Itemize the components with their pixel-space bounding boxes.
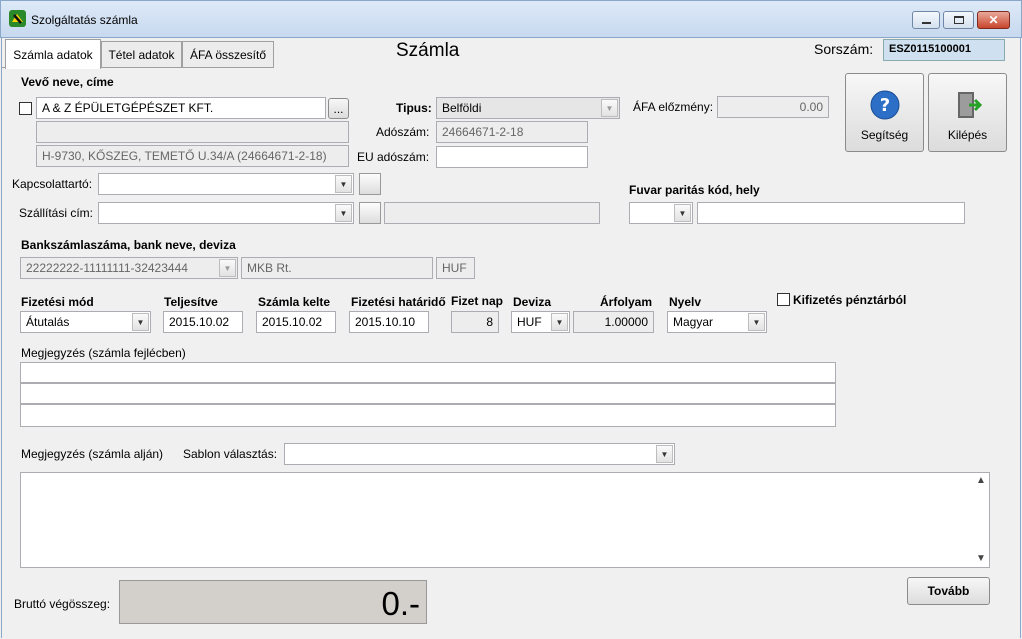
serial-label: Sorszám: bbox=[814, 41, 874, 57]
kelte-label: Számla kelte bbox=[258, 295, 331, 309]
note-footer-textarea[interactable] bbox=[20, 472, 990, 568]
chevron-down-icon: ▼ bbox=[656, 445, 673, 463]
total-label: Bruttó végösszeg: bbox=[14, 597, 111, 611]
scroll-up-icon[interactable]: ▲ bbox=[976, 475, 986, 486]
hatarido-label: Fizetési határidő bbox=[351, 295, 446, 309]
kapcsolattarto-select[interactable]: ▼ bbox=[98, 173, 354, 195]
bank-section-label: Bankszámlaszáma, bank neve, deviza bbox=[21, 238, 236, 252]
window-title: Szolgáltatás számla bbox=[31, 13, 138, 27]
fuvar-label: Fuvar paritás kód, hely bbox=[629, 183, 760, 197]
total-field: 0.- bbox=[119, 580, 427, 624]
adoszam-field: 24664671-2-18 bbox=[436, 121, 588, 143]
szallitasi-cim-select[interactable]: ▼ bbox=[98, 202, 354, 224]
tipus-label: Tipus: bbox=[396, 101, 432, 115]
fizetnap-field: 8 bbox=[451, 311, 499, 333]
next-button[interactable]: Tovább bbox=[907, 577, 990, 605]
szallitasi-cim-extra bbox=[384, 202, 600, 224]
chevron-down-icon: ▼ bbox=[335, 204, 352, 222]
app-icon bbox=[9, 10, 26, 27]
buyer-address-field: H-9730, KŐSZEG, TEMETŐ U.34/A (24664671-… bbox=[36, 145, 349, 167]
kapcsolattarto-label: Kapcsolattartó: bbox=[12, 177, 93, 191]
note-footer-scrollbar[interactable]: ▲ ▼ bbox=[973, 473, 989, 567]
tab-szamla-adatok[interactable]: Számla adatok bbox=[5, 39, 101, 69]
note-header-line[interactable] bbox=[20, 383, 836, 404]
arfolyam-field: 1.00000 bbox=[573, 311, 654, 333]
tipus-select[interactable]: Belföldi ▼ bbox=[436, 97, 620, 119]
chevron-down-icon: ▼ bbox=[551, 313, 568, 331]
tab-tetel-adatok[interactable]: Tétel adatok bbox=[101, 41, 182, 68]
exit-label: Kilépés bbox=[947, 127, 988, 142]
maximize-icon bbox=[953, 16, 964, 24]
afa-elozmeny-field: 0.00 bbox=[717, 96, 829, 118]
bank-currency-field: HUF bbox=[436, 257, 475, 279]
bank-account-select[interactable]: 22222222-11111111-32423444 ▼ bbox=[20, 257, 238, 279]
bank-account-value: 22222222-11111111-32423444 bbox=[26, 261, 188, 275]
deviza-value: HUF bbox=[517, 315, 542, 329]
template-label: Sablon választás: bbox=[183, 447, 278, 461]
notepad-icon[interactable] bbox=[359, 202, 381, 224]
szallitasi-cim-label: Szállítási cím: bbox=[19, 206, 94, 220]
page-title: Számla bbox=[396, 40, 460, 61]
fizetesi-mod-select[interactable]: Átutalás ▼ bbox=[20, 311, 151, 333]
adoszam-label: Adószám: bbox=[376, 125, 430, 139]
buyer-checkbox[interactable] bbox=[19, 102, 32, 115]
note-header-line[interactable] bbox=[20, 404, 836, 427]
afa-elozmeny-label: ÁFA előzmény: bbox=[633, 100, 714, 114]
deviza-label: Deviza bbox=[513, 295, 552, 309]
template-select[interactable]: ▼ bbox=[284, 443, 675, 465]
chevron-down-icon: ▼ bbox=[335, 175, 352, 193]
buyer-address-line2 bbox=[36, 121, 349, 143]
chevron-down-icon: ▼ bbox=[219, 259, 236, 277]
deviza-select[interactable]: HUF ▼ bbox=[511, 311, 570, 333]
tab-afa-osszesito[interactable]: ÁFA összesítő bbox=[182, 41, 274, 68]
chevron-down-icon: ▼ bbox=[132, 313, 149, 331]
chevron-down-icon: ▼ bbox=[601, 99, 618, 117]
arfolyam-label: Árfolyam bbox=[600, 295, 653, 309]
kelte-field[interactable]: 2015.10.02 bbox=[256, 311, 336, 333]
fuvar-code-select[interactable]: ▼ bbox=[629, 202, 693, 224]
scroll-down-icon[interactable]: ▼ bbox=[976, 553, 986, 564]
fuvar-place-field[interactable] bbox=[697, 202, 965, 224]
close-button[interactable]: ✕ bbox=[977, 11, 1010, 29]
fizetesi-mod-value: Átutalás bbox=[26, 315, 70, 329]
exit-door-icon bbox=[957, 91, 982, 118]
buyer-browse-button[interactable]: ... bbox=[328, 98, 349, 119]
teljesites-field[interactable]: 2015.10.02 bbox=[163, 311, 243, 333]
chevron-down-icon: ▼ bbox=[748, 313, 765, 331]
serial-field: ESZ0115100001 bbox=[883, 39, 1005, 61]
buyer-section-label: Vevő neve, címe bbox=[21, 75, 114, 89]
note-header-line[interactable] bbox=[20, 362, 836, 383]
minimize-icon bbox=[921, 21, 931, 24]
help-button[interactable]: ? Segítség bbox=[845, 73, 924, 152]
nyelv-label: Nyelv bbox=[669, 295, 702, 309]
nyelv-select[interactable]: Magyar ▼ bbox=[667, 311, 767, 333]
close-icon: ✕ bbox=[988, 13, 999, 27]
help-label: Segítség bbox=[860, 127, 909, 142]
help-icon: ? bbox=[870, 90, 899, 119]
fizetnap-label: Fizet nap bbox=[451, 294, 504, 308]
maximize-button[interactable] bbox=[943, 11, 974, 29]
cash-payment-label: Kifizetés pénztárból bbox=[793, 293, 907, 307]
nyelv-value: Magyar bbox=[673, 315, 714, 329]
cash-payment-checkbox[interactable] bbox=[777, 293, 790, 306]
tipus-value: Belföldi bbox=[442, 101, 482, 115]
chevron-down-icon: ▼ bbox=[674, 204, 691, 222]
buyer-name-field[interactable]: A & Z ÉPÜLETGÉPÉSZET KFT. bbox=[36, 97, 326, 119]
teljesites-label: Teljesítve bbox=[164, 295, 218, 309]
minimize-button[interactable] bbox=[912, 11, 940, 29]
note-header-label: Megjegyzés (számla fejlécben) bbox=[21, 346, 186, 360]
fizetesi-mod-label: Fizetési mód bbox=[21, 295, 94, 309]
note-footer-label: Megjegyzés (számla alján) bbox=[21, 447, 164, 461]
notepad-icon[interactable] bbox=[359, 173, 381, 195]
exit-button[interactable]: Kilépés bbox=[928, 73, 1007, 152]
eu-adoszam-label: EU adószám: bbox=[357, 150, 430, 164]
bank-name-field: MKB Rt. bbox=[241, 257, 433, 279]
svg-text:?: ? bbox=[879, 95, 889, 116]
hatarido-field[interactable]: 2015.10.10 bbox=[349, 311, 429, 333]
title-bar[interactable] bbox=[0, 0, 1022, 38]
eu-adoszam-field[interactable] bbox=[436, 146, 588, 168]
